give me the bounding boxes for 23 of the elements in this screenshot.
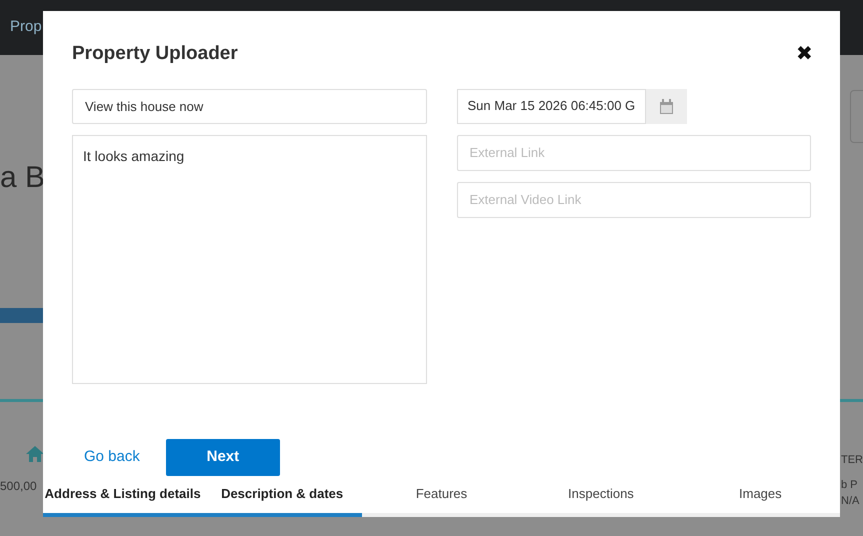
value-text: N/A bbox=[841, 494, 860, 509]
step-tab[interactable]: Features bbox=[362, 484, 522, 513]
close-button[interactable]: ✖ bbox=[796, 44, 813, 64]
step-tab[interactable]: Description & dates bbox=[202, 484, 362, 513]
step-tab[interactable]: Images bbox=[680, 484, 840, 513]
calendar-button[interactable] bbox=[646, 88, 688, 124]
step-tab[interactable]: Inspections bbox=[521, 484, 681, 513]
info-text: b P bbox=[841, 478, 858, 492]
dialog-title: Property Uploader bbox=[72, 42, 238, 66]
date-field[interactable]: Sun Mar 15 2026 06:45:00 G bbox=[456, 88, 646, 124]
page-heading: a B bbox=[0, 163, 46, 193]
label-text: TER bbox=[841, 453, 863, 468]
nav-text[interactable]: Prop bbox=[10, 16, 42, 39]
step-tab[interactable]: Address & Listing details bbox=[43, 484, 202, 513]
price-text: 500,00 bbox=[0, 478, 37, 494]
next-button[interactable]: Next bbox=[166, 438, 280, 476]
headline-field[interactable]: View this house now bbox=[72, 88, 426, 124]
calendar-icon bbox=[659, 98, 674, 114]
home-icon bbox=[26, 446, 44, 462]
external-link-field[interactable]: External Link bbox=[456, 134, 811, 170]
description-field[interactable]: It looks amazing bbox=[72, 134, 426, 384]
go-back-link[interactable]: Go back bbox=[84, 446, 140, 468]
external-video-link-field[interactable]: External Video Link bbox=[456, 182, 811, 218]
